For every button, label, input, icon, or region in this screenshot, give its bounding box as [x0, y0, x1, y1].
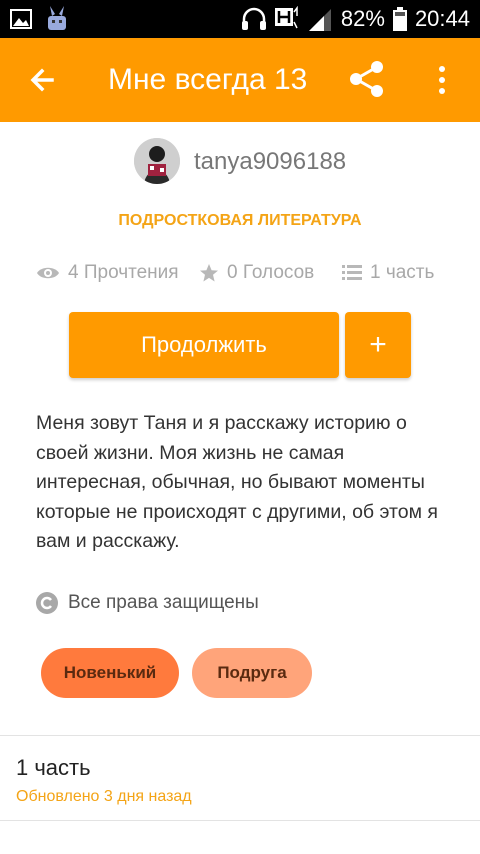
divider [0, 820, 480, 821]
divider [0, 735, 480, 736]
more-vert-icon [439, 66, 445, 94]
copyright-text: Все права защищены [68, 592, 259, 613]
back-button[interactable] [26, 62, 62, 98]
status-bar: 82% 20:44 [0, 0, 480, 38]
votes-count: 0 Голосов [227, 262, 315, 283]
arrow-left-icon [30, 68, 54, 92]
author-name[interactable]: tanya9096188 [194, 148, 346, 176]
category-label[interactable]: ПОДРОСТКОВАЯ ЛИТЕРАТУРА [0, 212, 480, 230]
add-to-library-button[interactable]: + [345, 312, 411, 378]
more-options-button[interactable] [432, 62, 452, 98]
avatar[interactable] [134, 138, 180, 184]
votes-stat: 0 Голосов [199, 262, 314, 284]
star-icon [200, 264, 218, 282]
signal-icon [308, 9, 331, 31]
battery-percent: 82% [340, 6, 385, 31]
plus-icon: + [369, 328, 387, 361]
story-title: Мне всегда 13 [108, 63, 308, 96]
network-h-icon [274, 6, 298, 29]
avatar-image [134, 138, 180, 184]
story-description: Меня зовут Таня и я расскажу историю о с… [36, 412, 438, 552]
headphones-icon [241, 7, 266, 30]
gallery-icon [10, 9, 32, 29]
parts-count: 1 часть [370, 262, 435, 283]
tag-chip[interactable]: Новенький [41, 648, 179, 698]
toolbar: Мне всегда 13 [0, 38, 480, 122]
reads-count: 4 Прочтения [68, 262, 179, 283]
share-icon [350, 61, 383, 97]
author-row[interactable]: tanya9096188 [0, 138, 480, 186]
list-icon [342, 265, 362, 280]
eye-icon [37, 267, 59, 279]
app-notification-icon [48, 6, 66, 30]
copyright-row: Все права защищены [36, 592, 259, 614]
clock: 20:44 [414, 6, 470, 31]
story-stats: 4 Прочтения 0 Голосов 1 часть [0, 262, 480, 290]
battery-icon [392, 7, 407, 31]
reads-stat: 4 Прочтения [36, 262, 179, 284]
part-updated: Обновлено 3 дня назад [16, 788, 192, 805]
part-title[interactable]: 1 часть [16, 755, 91, 781]
tag-chip[interactable]: Подруга [192, 648, 312, 698]
continue-reading-button[interactable]: Продолжить [69, 312, 339, 378]
parts-stat: 1 часть [342, 262, 434, 284]
share-button[interactable] [347, 59, 387, 99]
copyright-icon [36, 592, 58, 614]
